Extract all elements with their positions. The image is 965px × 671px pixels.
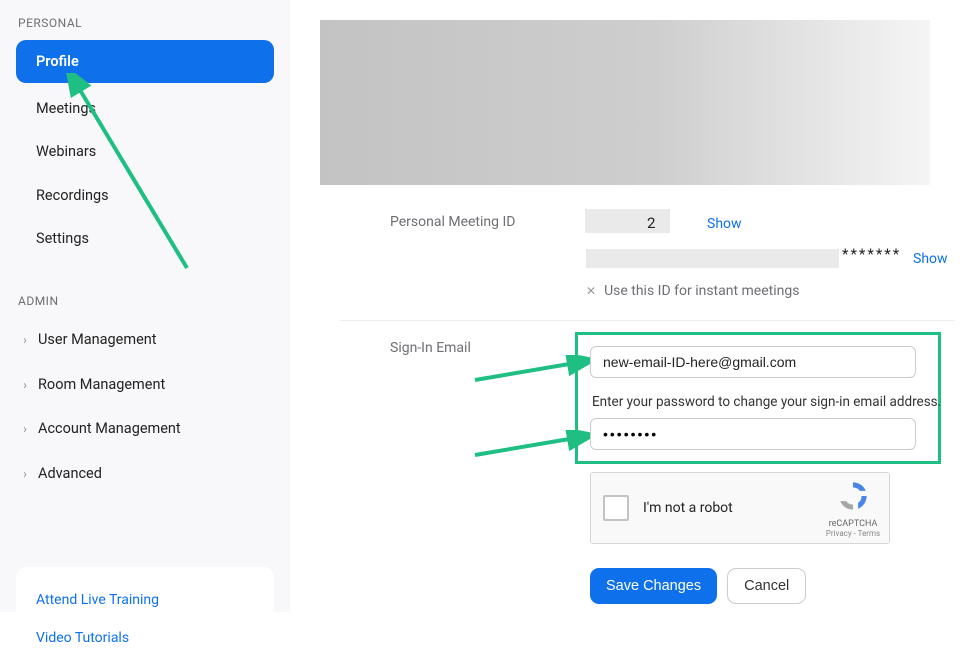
personal-section-header: PERSONAL	[0, 12, 290, 40]
recaptcha-terms[interactable]: Privacy - Terms	[817, 529, 889, 538]
help-links-box: Attend Live Training Video Tutorials	[16, 567, 274, 671]
recaptcha-widget: I'm not a robot reCAPTCHA Privacy - Term…	[590, 472, 890, 544]
recaptcha-branding: reCAPTCHA Privacy - Terms	[817, 479, 889, 538]
section-divider	[340, 320, 955, 321]
recaptcha-text: I'm not a robot	[643, 500, 817, 516]
pmi-last-digit: 2	[647, 214, 655, 232]
admin-item-label: User Management	[38, 328, 157, 353]
admin-item-room-management[interactable]: › Room Management	[0, 363, 290, 408]
recaptcha-checkbox[interactable]	[603, 495, 629, 521]
signin-email-label: Sign-In Email	[390, 340, 585, 356]
chevron-right-icon: ›	[18, 330, 32, 350]
admin-item-account-management[interactable]: › Account Management	[0, 407, 290, 452]
form-buttons: Save Changes Cancel	[590, 568, 806, 604]
show-pmi-link[interactable]: Show	[707, 216, 742, 232]
instant-meeting-row: ✕ Use this ID for instant meetings	[586, 283, 799, 299]
main-content: Personal Meeting ID 2 Show ******* Show …	[290, 0, 965, 612]
admin-section: ADMIN › User Management › Room Managemen…	[0, 290, 290, 497]
link-video-tutorials[interactable]: Video Tutorials	[16, 619, 274, 657]
password-input[interactable]	[590, 418, 916, 450]
nav-item-settings[interactable]: Settings	[0, 217, 290, 260]
nav-item-profile[interactable]: Profile	[16, 40, 274, 83]
chevron-right-icon: ›	[18, 419, 32, 439]
pmi-label: Personal Meeting ID	[390, 214, 585, 230]
pmi-label-row: Personal Meeting ID	[390, 214, 585, 230]
recaptcha-label: reCAPTCHA	[817, 519, 889, 529]
admin-item-user-management[interactable]: › User Management	[0, 318, 290, 363]
admin-item-label: Room Management	[38, 373, 165, 398]
cancel-button[interactable]: Cancel	[727, 568, 806, 604]
password-note: Enter your password to change your sign-…	[592, 394, 941, 410]
nav-item-webinars[interactable]: Webinars	[0, 130, 290, 173]
signin-label-row: Sign-In Email	[390, 340, 585, 356]
nav-item-recordings[interactable]: Recordings	[0, 174, 290, 217]
save-changes-button[interactable]: Save Changes	[590, 568, 717, 604]
admin-item-advanced[interactable]: › Advanced	[0, 452, 290, 497]
link-attend-training[interactable]: Attend Live Training	[16, 581, 274, 619]
instant-meeting-label: Use this ID for instant meetings	[604, 283, 799, 299]
admin-section-header: ADMIN	[0, 290, 290, 318]
x-icon: ✕	[586, 284, 596, 298]
pmi-url-masked	[586, 249, 839, 268]
admin-item-label: Account Management	[38, 417, 181, 442]
pmi-masked-value	[585, 209, 670, 233]
chevron-right-icon: ›	[18, 464, 32, 484]
pmi-url-dots: *******	[842, 245, 901, 263]
profile-banner	[320, 20, 930, 185]
nav-item-meetings[interactable]: Meetings	[0, 87, 290, 130]
show-pmi-url-link[interactable]: Show	[913, 251, 948, 267]
recaptcha-icon	[836, 479, 870, 513]
chevron-right-icon: ›	[18, 375, 32, 395]
signin-email-input[interactable]	[590, 346, 916, 378]
sidebar: PERSONAL Profile Meetings Webinars Recor…	[0, 0, 290, 612]
admin-item-label: Advanced	[38, 462, 102, 487]
